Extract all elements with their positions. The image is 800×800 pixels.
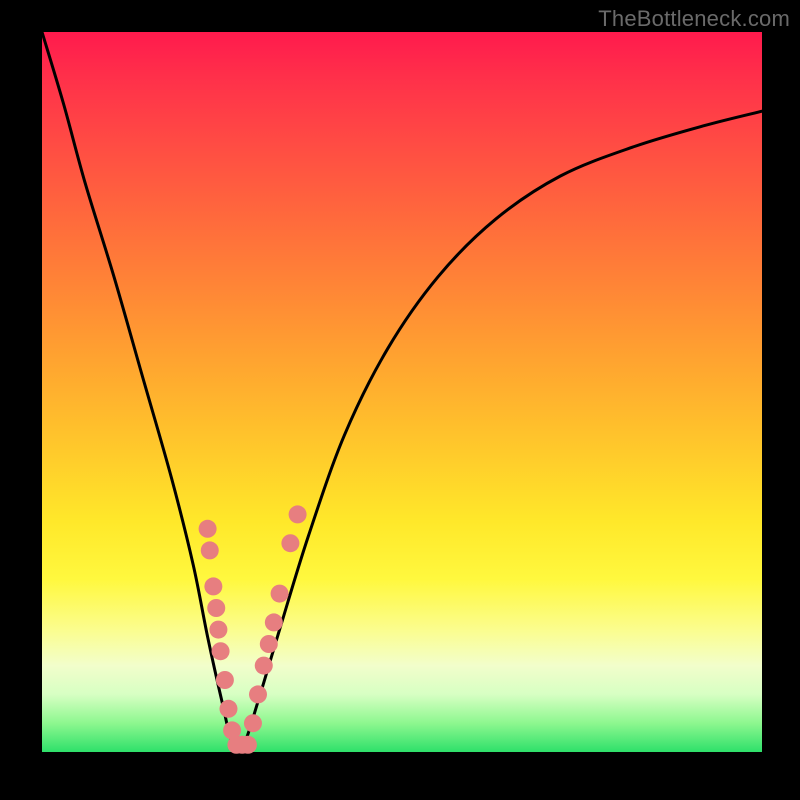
- data-point: [199, 520, 217, 538]
- data-points: [199, 505, 307, 753]
- data-point: [204, 577, 222, 595]
- data-point: [244, 714, 262, 732]
- data-point: [209, 621, 227, 639]
- data-point: [255, 657, 273, 675]
- data-point: [281, 534, 299, 552]
- data-point: [207, 599, 225, 617]
- plot-area: [42, 32, 762, 752]
- data-point: [201, 541, 219, 559]
- data-point: [216, 671, 234, 689]
- data-point: [265, 613, 283, 631]
- data-point: [239, 736, 257, 754]
- data-point: [271, 585, 289, 603]
- data-point: [260, 635, 278, 653]
- data-point: [219, 700, 237, 718]
- bottleneck-curve: [42, 32, 762, 750]
- curve-layer: [42, 32, 762, 752]
- chart-frame: TheBottleneck.com: [0, 0, 800, 800]
- watermark-text: TheBottleneck.com: [598, 6, 790, 32]
- data-point: [212, 642, 230, 660]
- data-point: [249, 685, 267, 703]
- data-point: [289, 505, 307, 523]
